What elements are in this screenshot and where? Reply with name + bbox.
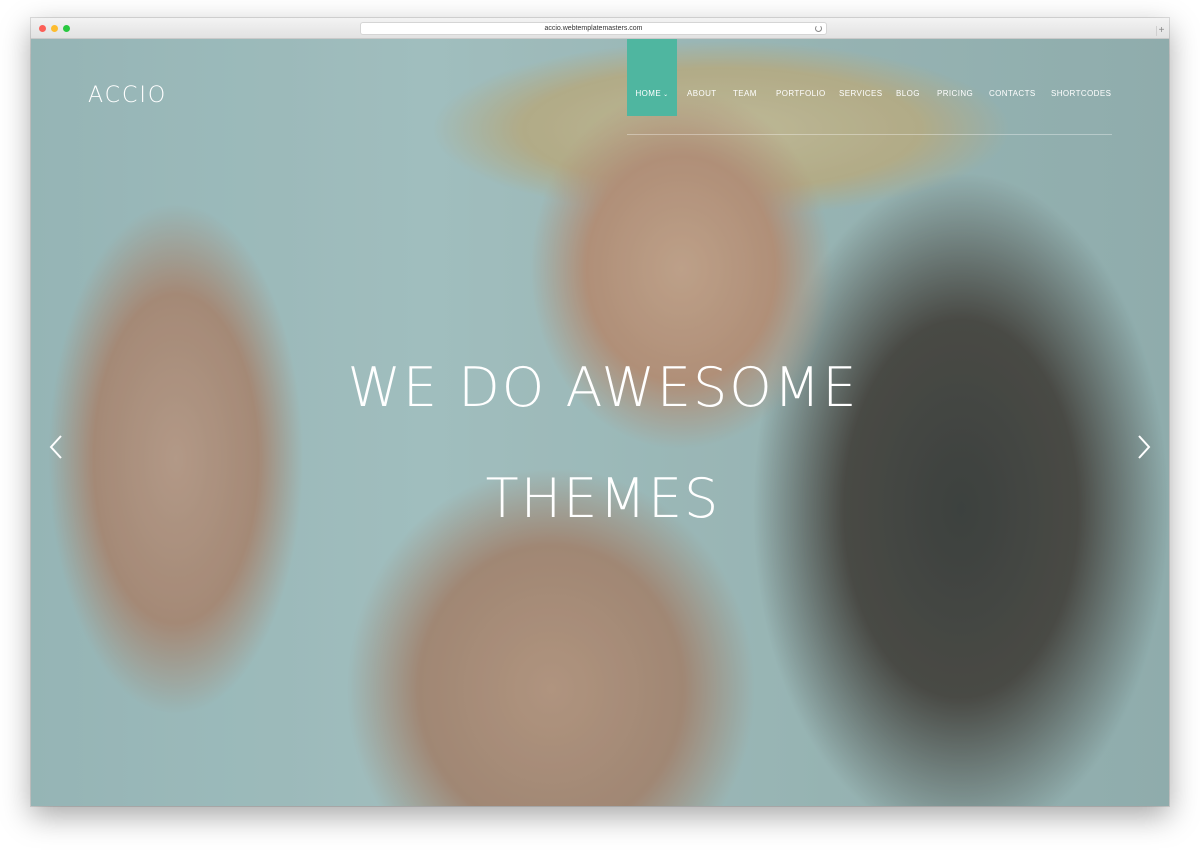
nav-item-label: HOME	[635, 89, 662, 98]
hero-image-overlay	[31, 39, 1169, 806]
nav-item-home[interactable]: HOME ⌄	[627, 39, 677, 116]
nav-item-label: PORTFOLIO	[776, 89, 826, 98]
reload-icon[interactable]	[815, 25, 822, 32]
hero-title-line-1: WE DO AWESOME	[347, 356, 859, 419]
hero-title-line-2: THEMES	[485, 467, 721, 530]
chevron-left-icon	[49, 435, 62, 459]
next-slide-button[interactable]	[1131, 432, 1155, 462]
nav-item-pricing[interactable]: PRICING	[937, 39, 973, 116]
maximize-window-button[interactable]	[63, 25, 70, 32]
close-window-button[interactable]	[39, 25, 46, 32]
nav-item-blog[interactable]: BLOG	[896, 39, 920, 116]
nav-item-portfolio[interactable]: PORTFOLIO	[776, 39, 826, 116]
new-tab-icon[interactable]: +	[1156, 26, 1166, 36]
nav-item-label: TEAM	[733, 89, 757, 98]
nav-item-label: PRICING	[937, 89, 974, 98]
nav-item-label: SERVICES	[839, 89, 883, 98]
browser-window: accio.webtemplatemasters.com + ACCIO HOM…	[31, 18, 1169, 806]
nav-item-shortcodes[interactable]: SHORTCODES	[1051, 39, 1111, 116]
nav-item-label: CONTACTS	[989, 89, 1036, 98]
chevron-right-icon	[1138, 435, 1151, 459]
nav-item-about[interactable]: ABOUT	[687, 39, 717, 116]
nav-item-contacts[interactable]: CONTACTS	[989, 39, 1036, 116]
browser-toolbar: accio.webtemplatemasters.com +	[31, 18, 1169, 39]
main-nav: HOME ⌄ ABOUT TEAM PORTFOLIO SERVICES BLOG…	[627, 39, 1112, 135]
address-bar[interactable]: accio.webtemplatemasters.com	[360, 22, 827, 35]
site-logo[interactable]: ACCIO	[88, 83, 167, 108]
hero-slider: ACCIO HOME ⌄ ABOUT TEAM PORTFOLIO SERVICE…	[31, 39, 1169, 806]
chevron-down-icon: ⌄	[663, 92, 669, 98]
previous-slide-button[interactable]	[45, 432, 69, 462]
minimize-window-button[interactable]	[51, 25, 58, 32]
nav-item-label: BLOG	[896, 89, 920, 98]
nav-item-team[interactable]: TEAM	[733, 39, 757, 116]
nav-item-services[interactable]: SERVICES	[839, 39, 883, 116]
address-bar-url: accio.webtemplatemasters.com	[544, 25, 643, 32]
nav-item-label: ABOUT	[687, 89, 717, 98]
nav-item-label: SHORTCODES	[1051, 89, 1112, 98]
